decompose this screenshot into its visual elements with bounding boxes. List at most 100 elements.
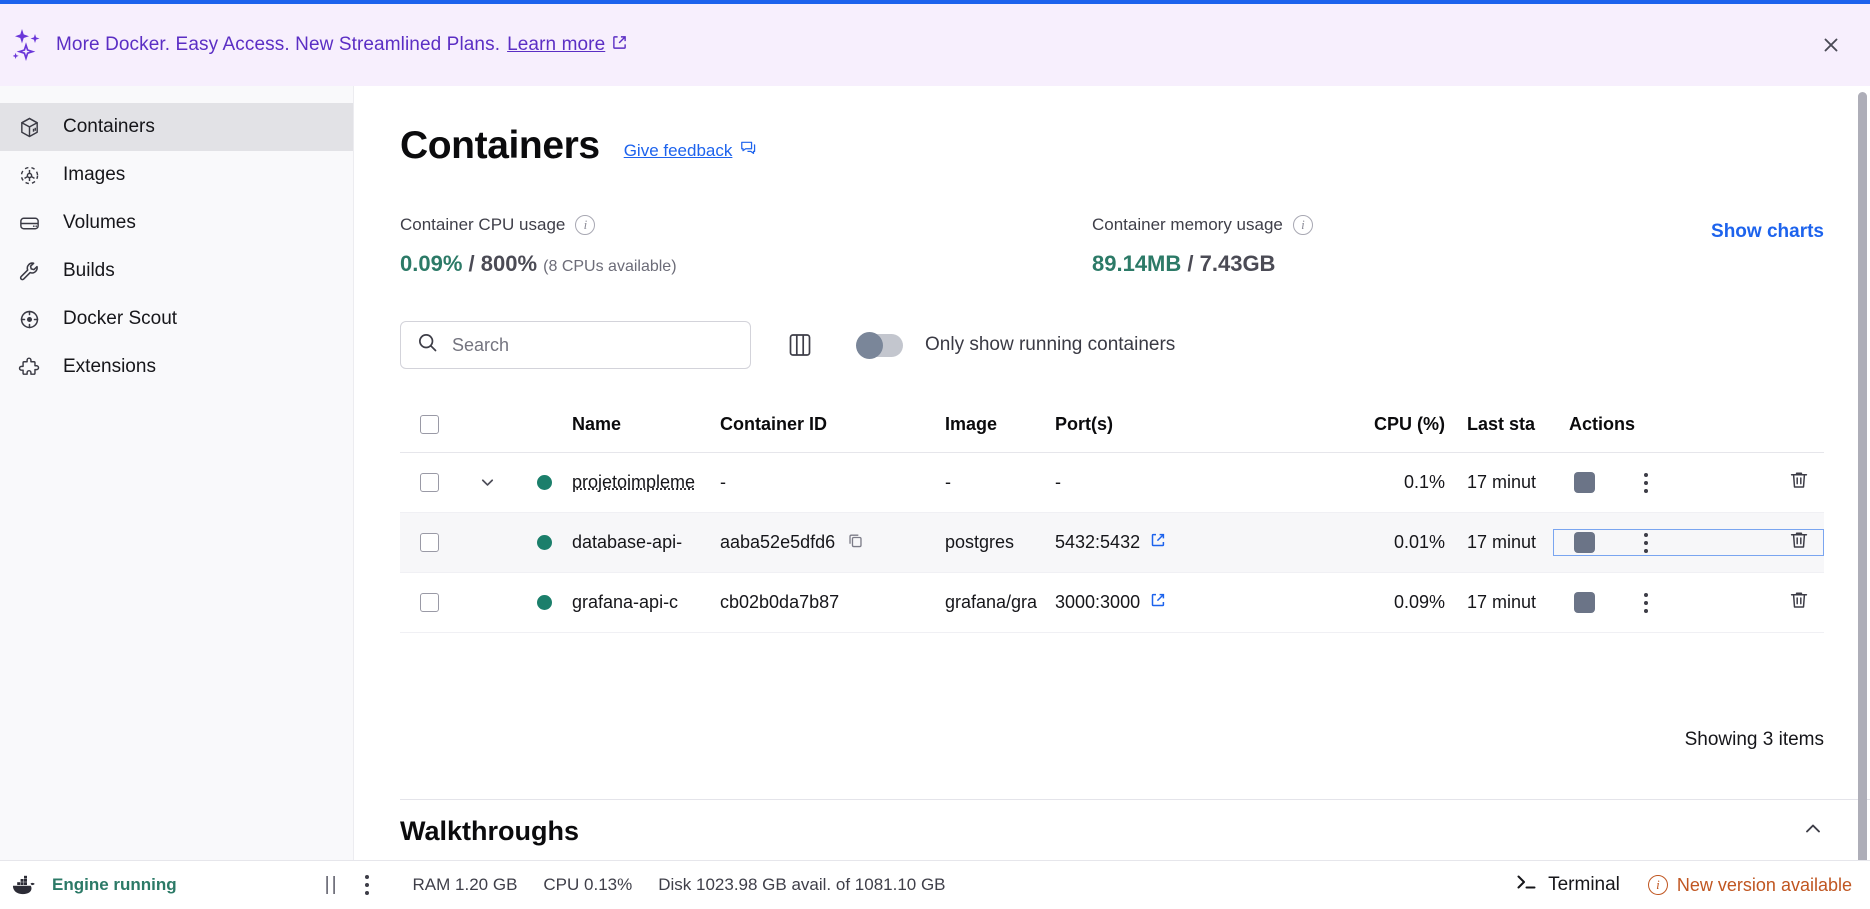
header-ports[interactable]: Port(s) — [1055, 414, 1340, 435]
row-checkbox[interactable] — [419, 593, 439, 612]
copy-icon[interactable] — [847, 532, 864, 554]
scrollbar-thumb[interactable] — [1858, 92, 1867, 860]
sidebar-item-containers[interactable]: Containers — [0, 103, 353, 151]
row-last-started: 17 minut — [1467, 472, 1537, 492]
cpu-metric: CPU 0.13% — [543, 875, 633, 894]
header-image[interactable]: Image — [945, 414, 1055, 435]
row-select-cell — [400, 593, 458, 612]
port-value[interactable]: 5432:5432 — [1055, 532, 1140, 553]
wrench-icon — [16, 260, 42, 283]
container-name-link[interactable]: projetoimpleme — [572, 472, 695, 492]
cpu-usage-note: (8 CPUs available) — [543, 258, 677, 275]
row-select-cell — [400, 533, 458, 552]
sidebar-item-extensions[interactable]: Extensions — [0, 343, 353, 391]
row-container-id: aaba52e5dfd6 — [720, 532, 945, 554]
close-icon[interactable] — [1814, 28, 1848, 62]
external-link-icon[interactable] — [1150, 532, 1166, 553]
row-cpu: 0.01% — [1393, 532, 1445, 552]
cpu-usage-stat: Container CPU usage i 0.09% / 800% (8 CP… — [400, 215, 1092, 277]
feedback-icon — [740, 140, 756, 161]
sidebar: Containers Images Volumes Builds Docker … — [0, 86, 354, 860]
trash-icon[interactable] — [1788, 589, 1810, 616]
row-checkbox[interactable] — [419, 473, 439, 492]
show-charts-button[interactable]: Show charts — [1711, 215, 1824, 243]
kebab-menu-icon[interactable] — [1615, 592, 1677, 613]
sidebar-item-docker-scout[interactable]: Docker Scout — [0, 295, 353, 343]
row-image: - — [945, 472, 951, 492]
trash-icon[interactable] — [1788, 469, 1810, 496]
running-filter-group: Only show running containers — [856, 331, 1175, 359]
status-bar-right: Terminal i New version available — [1516, 873, 1852, 897]
cpu-usage-label: Container CPU usage — [400, 215, 566, 234]
search-input[interactable]: Search — [400, 321, 751, 369]
container-name-link[interactable]: grafana-api-c — [572, 592, 678, 612]
only-running-toggle[interactable] — [856, 331, 903, 359]
header-actions: Actions — [1553, 414, 1824, 435]
table-row[interactable]: database-api- aaba52e5dfd6 postgres 5432… — [400, 513, 1824, 573]
header-container-id[interactable]: Container ID — [720, 414, 945, 435]
images-icon — [16, 164, 42, 187]
status-bar: Engine running || RAM 1.20 GB CPU 0.13% … — [0, 860, 1870, 909]
table-row[interactable]: projetoimpleme - - - 0.1% 17 minut — [400, 453, 1824, 513]
memory-usage-value: 89.14MB / 7.43GB — [1092, 251, 1313, 277]
walkthroughs-title: Walkthroughs — [400, 816, 579, 846]
sidebar-item-label: Docker Scout — [63, 308, 178, 329]
give-feedback-link[interactable]: Give feedback — [624, 140, 757, 168]
container-name-link[interactable]: database-api- — [572, 532, 682, 552]
sidebar-item-builds[interactable]: Builds — [0, 247, 353, 295]
page-header: Containers Give feedback — [400, 86, 1870, 168]
extensions-icon — [16, 356, 42, 379]
memory-usage-total: 7.43GB — [1199, 251, 1276, 276]
new-version-button[interactable]: i New version available — [1647, 874, 1852, 896]
memory-usage-label-group: Container memory usage i — [1092, 215, 1313, 235]
search-icon — [417, 332, 438, 358]
kebab-menu-icon[interactable] — [1615, 472, 1677, 493]
app-body: Containers Images Volumes Builds Docker … — [0, 86, 1870, 860]
docker-whale-icon — [10, 874, 38, 896]
memory-usage-stat: Container memory usage i 89.14MB / 7.43G… — [1092, 215, 1313, 277]
row-ports: 5432:5432 — [1055, 532, 1340, 553]
columns-icon[interactable] — [779, 324, 821, 366]
terminal-button[interactable]: Terminal — [1516, 873, 1620, 897]
usage-stats: Container CPU usage i 0.09% / 800% (8 CP… — [400, 215, 1870, 277]
header-cpu[interactable]: CPU (%) — [1340, 414, 1445, 435]
info-icon[interactable]: i — [575, 215, 596, 235]
row-checkbox[interactable] — [419, 533, 439, 552]
external-link-icon[interactable] — [1150, 592, 1166, 613]
sidebar-item-label: Images — [63, 164, 126, 185]
row-name: database-api- — [572, 532, 720, 553]
select-all-checkbox[interactable] — [419, 415, 439, 434]
cpu-usage-total: 800% — [480, 251, 538, 276]
row-cpu: 0.1% — [1403, 472, 1445, 492]
walkthroughs-section: Walkthroughs — [400, 799, 1870, 847]
sidebar-item-volumes[interactable]: Volumes — [0, 199, 353, 247]
promo-learn-more-link[interactable]: Learn more — [507, 34, 627, 56]
chevron-up-icon[interactable] — [1802, 818, 1824, 845]
main-scrollbar[interactable] — [1858, 92, 1867, 860]
new-version-label: New version available — [1676, 874, 1852, 895]
status-indicator — [516, 595, 572, 610]
memory-usage-label: Container memory usage — [1092, 215, 1283, 234]
cpu-usage-value: 0.09% / 800% (8 CPUs available) — [400, 251, 1092, 277]
row-image: postgres — [945, 532, 1015, 552]
trash-icon[interactable] — [1788, 529, 1810, 556]
stop-icon[interactable] — [1553, 592, 1615, 613]
port-value[interactable]: 3000:3000 — [1055, 592, 1140, 613]
kebab-menu-icon[interactable] — [364, 875, 369, 895]
row-last-started: 17 minut — [1467, 532, 1537, 552]
cpu-usage-label-group: Container CPU usage i — [400, 215, 1092, 235]
header-name[interactable]: Name — [572, 414, 720, 435]
table-row[interactable]: grafana-api-c cb02b0da7b87 grafana/gra 3… — [400, 573, 1824, 633]
header-actions-label: Actions — [1569, 414, 1636, 434]
pause-icon[interactable]: || — [325, 874, 339, 896]
header-last-started[interactable]: Last sta — [1445, 414, 1553, 435]
chevron-down-icon[interactable] — [458, 474, 516, 491]
give-feedback-label: Give feedback — [623, 140, 733, 160]
row-name: grafana-api-c — [572, 592, 720, 613]
info-icon[interactable]: i — [1292, 215, 1313, 235]
kebab-menu-icon[interactable] — [1615, 532, 1677, 553]
stop-icon[interactable] — [1553, 532, 1615, 553]
stop-icon[interactable] — [1553, 472, 1615, 493]
sparkle-icon — [0, 28, 56, 62]
sidebar-item-images[interactable]: Images — [0, 151, 353, 199]
